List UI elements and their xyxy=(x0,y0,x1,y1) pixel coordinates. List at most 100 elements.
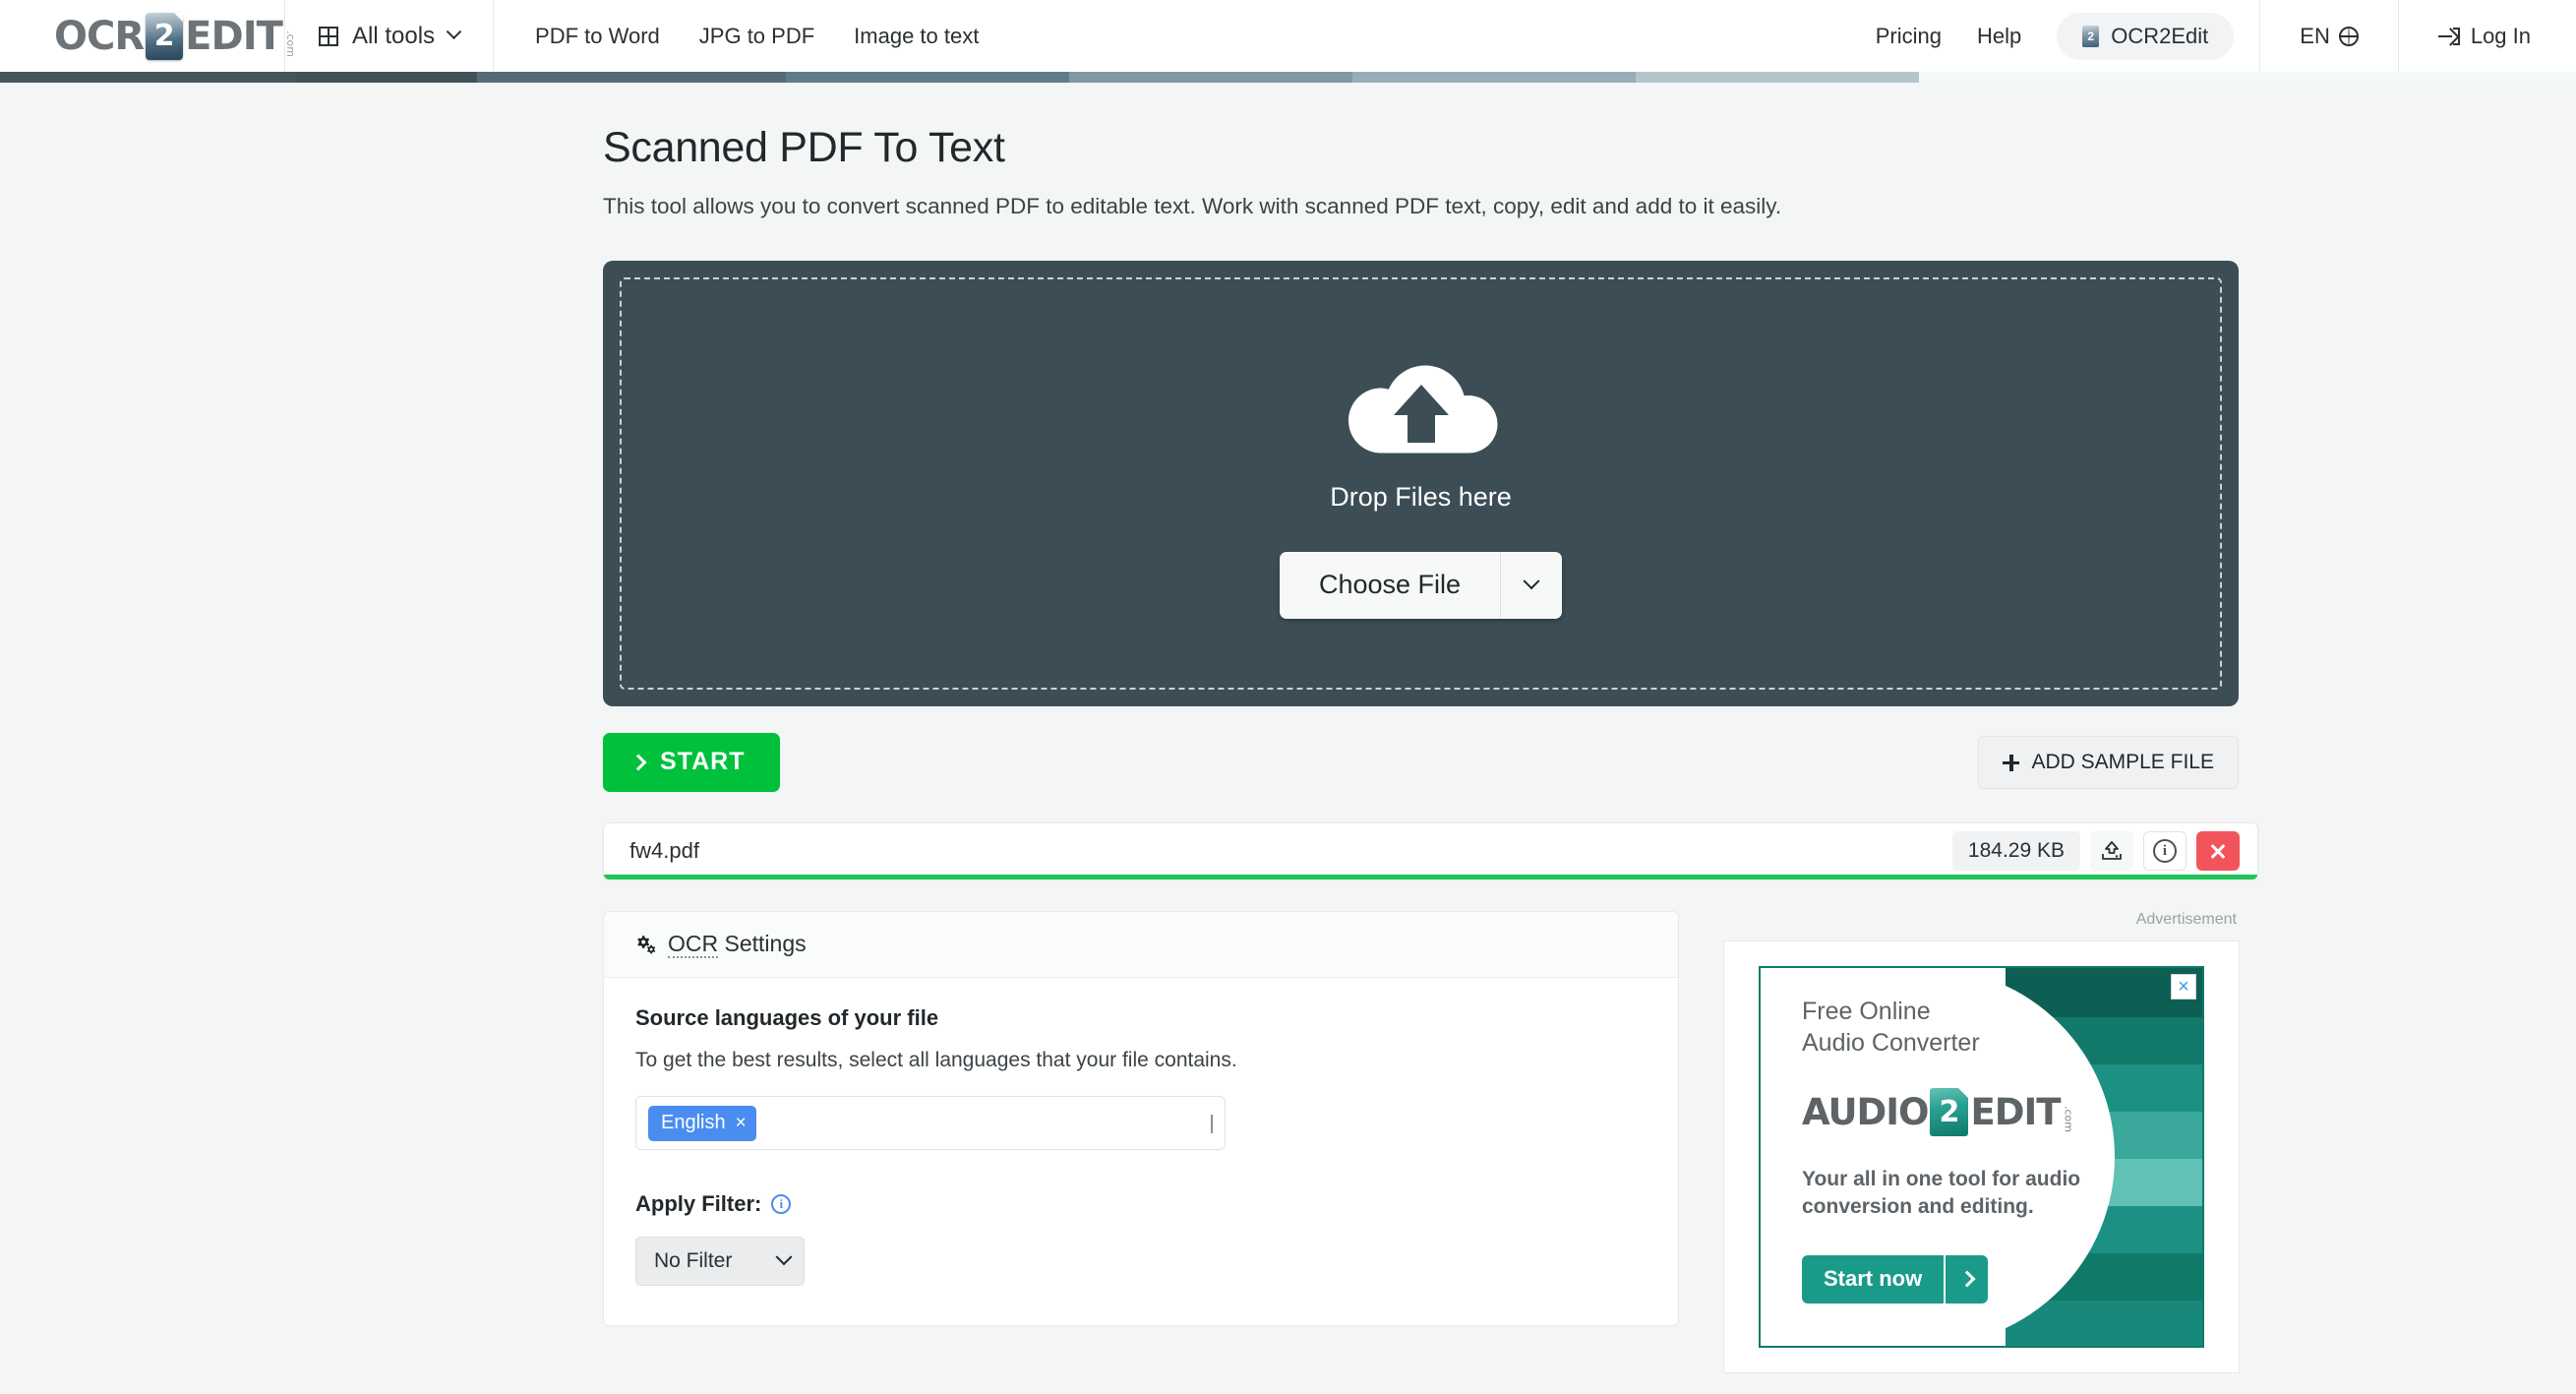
file-size: 184.29 KB xyxy=(1951,831,2080,871)
advertisement-slot: × Free Online Audio Converter AUDIO 2 ED… xyxy=(1723,940,2240,1373)
file-info-button[interactable]: i xyxy=(2143,831,2187,871)
multiselect-dropdown-toggle[interactable] xyxy=(1211,1114,1213,1133)
apply-filter-label: Apply Filter: xyxy=(635,1191,762,1216)
ocr-abbr: OCR xyxy=(668,931,719,958)
strip-segment xyxy=(296,72,477,83)
start-button-top[interactable]: START xyxy=(603,733,781,792)
primary-nav: PDF to Word JPG to PDF Image to text xyxy=(494,24,979,49)
advertisement-column: Advertisement × Free Online Audio Conver… xyxy=(1723,911,2240,1373)
ad-tagline-line1: Your all in one tool for audio xyxy=(1802,1168,2081,1190)
chevron-down-icon xyxy=(1211,1114,1213,1133)
nav-item-jpg-to-pdf[interactable]: JPG to PDF xyxy=(699,24,814,49)
ad-cta-label: Start now xyxy=(1824,1265,1923,1291)
filter-info-icon[interactable]: i xyxy=(771,1194,792,1214)
site-header: OCR 2 EDIT .com All tools PDF to Word JP… xyxy=(0,0,2576,72)
ad-logo-dotcom: .com xyxy=(2062,1106,2075,1132)
brand-switcher-label: OCR2Edit xyxy=(2111,23,2209,48)
ocr-settings-card: OCR Settings Source languages of your fi… xyxy=(603,911,1679,1326)
language-label: EN xyxy=(2300,23,2330,48)
logo-link[interactable]: OCR 2 EDIT .com xyxy=(0,0,297,72)
ocr-settings-body: Source languages of your file To get the… xyxy=(604,978,1678,1325)
logo-text-right: EDIT xyxy=(185,13,283,59)
advertisement-creative[interactable]: × Free Online Audio Converter AUDIO 2 ED… xyxy=(1759,966,2204,1348)
source-languages-hint: To get the best results, select all lang… xyxy=(635,1049,1237,1071)
plus-icon xyxy=(2003,754,2020,771)
ad-logo-badge-icon: 2 xyxy=(1930,1088,1969,1136)
globe-icon xyxy=(2338,26,2359,46)
add-sample-file-button[interactable]: ADD SAMPLE FILE xyxy=(1978,736,2239,789)
ocr2edit-logo: OCR 2 EDIT .com xyxy=(54,12,297,60)
brand-badge-icon: 2 xyxy=(2082,25,2100,47)
source-languages-select[interactable]: English × xyxy=(635,1096,1226,1150)
ad-headline: Free Online Audio Converter xyxy=(1802,996,2202,1059)
choose-file-label: Choose File xyxy=(1318,570,1462,599)
nav-item-help[interactable]: Help xyxy=(1977,24,2021,49)
nav-item-image-to-text[interactable]: Image to text xyxy=(854,24,979,49)
gears-icon xyxy=(637,935,656,953)
ad-logo-right: EDIT xyxy=(1970,1091,2061,1133)
info-icon: i xyxy=(2153,839,2177,863)
chip-remove-icon[interactable]: × xyxy=(736,1114,747,1132)
choose-file-dropdown-toggle[interactable] xyxy=(1500,552,1562,619)
header-right: Pricing Help 2 OCR2Edit EN Log In xyxy=(1876,0,2576,72)
ad-logo-left: AUDIO xyxy=(1802,1091,1929,1133)
strip-segment xyxy=(1919,72,2576,83)
ad-tagline-line2: conversion and editing. xyxy=(1802,1195,2034,1219)
brand-switcher-button[interactable]: 2 OCR2Edit xyxy=(2057,12,2235,60)
nav-item-pricing[interactable]: Pricing xyxy=(1876,24,1942,49)
strip-segment xyxy=(1636,72,1920,83)
cloud-upload-source-button[interactable] xyxy=(2090,831,2133,871)
ad-headline-line1: Free Online xyxy=(1802,998,1931,1025)
login-label: Log In xyxy=(2470,23,2531,48)
ocr-settings-header: OCR Settings xyxy=(604,912,1678,978)
login-button[interactable]: Log In xyxy=(2399,24,2576,49)
audio2edit-logo: AUDIO 2 EDIT .com xyxy=(1802,1088,2202,1136)
chevron-right-icon xyxy=(1958,1270,1976,1288)
remove-file-button[interactable] xyxy=(2196,831,2240,871)
chevron-down-icon xyxy=(446,24,462,40)
ad-tagline: Your all in one tool for audio conversio… xyxy=(1802,1166,2202,1222)
add-sample-file-label: ADD SAMPLE FILE xyxy=(2031,751,2214,773)
language-chip-english[interactable]: English × xyxy=(648,1105,756,1141)
ad-headline-line2: Audio Converter xyxy=(1802,1029,1980,1057)
dropzone-label: Drop Files here xyxy=(1330,482,1512,512)
all-tools-label: All tools xyxy=(352,22,436,49)
close-icon xyxy=(2209,842,2227,860)
language-selector[interactable]: EN xyxy=(2259,0,2399,72)
source-languages-label: Source languages of your file xyxy=(635,1005,939,1030)
page-subtitle: This tool allows you to convert scanned … xyxy=(603,194,1782,218)
logo-badge-icon: 2 xyxy=(146,12,184,60)
ocr-settings-title: OCR Settings xyxy=(668,931,807,958)
chevron-down-icon xyxy=(775,1248,793,1266)
logo-text-left: OCR xyxy=(54,13,145,59)
grid-icon xyxy=(319,26,338,46)
uploaded-file-row: fw4.pdf 184.29 KB i xyxy=(603,822,2258,879)
nav-item-pdf-to-word[interactable]: PDF to Word xyxy=(535,24,660,49)
all-tools-menu[interactable]: All tools xyxy=(285,0,495,72)
ad-close-button[interactable]: × xyxy=(2171,974,2196,1000)
strip-segment xyxy=(0,72,297,83)
file-dropzone[interactable]: Drop Files here Choose File xyxy=(603,261,2239,706)
ad-cta-arrow xyxy=(1944,1254,1988,1303)
apply-filter-label-row: Apply Filter: i xyxy=(635,1191,1647,1217)
file-name: fw4.pdf xyxy=(629,838,699,863)
strip-segment xyxy=(785,72,1069,83)
accent-strip xyxy=(0,72,2576,83)
settings-word: Settings xyxy=(718,931,807,956)
page-title: Scanned PDF To Text xyxy=(603,124,1005,171)
advertisement-label: Advertisement xyxy=(2135,911,2237,928)
dropzone-inner: Drop Files here Choose File xyxy=(620,277,2222,690)
settings-and-ad: OCR Settings Source languages of your fi… xyxy=(603,911,2576,1373)
header-right-links: Pricing Help 2 OCR2Edit xyxy=(1876,12,2260,60)
choose-file-button[interactable]: Choose File xyxy=(1279,552,1563,619)
strip-segment xyxy=(1351,72,1636,83)
start-button-label: START xyxy=(660,748,746,775)
filter-select[interactable]: No Filter xyxy=(635,1237,805,1286)
main-content: Scanned PDF To Text This tool allows you… xyxy=(0,124,2576,1394)
chevron-down-icon xyxy=(1523,573,1540,590)
action-row: START ADD SAMPLE FILE xyxy=(603,733,2239,792)
language-chip-label: English xyxy=(661,1111,726,1133)
file-actions: 184.29 KB i xyxy=(1951,831,2240,871)
ad-cta-button[interactable]: Start now xyxy=(1802,1254,1989,1303)
chevron-right-icon xyxy=(629,754,647,770)
